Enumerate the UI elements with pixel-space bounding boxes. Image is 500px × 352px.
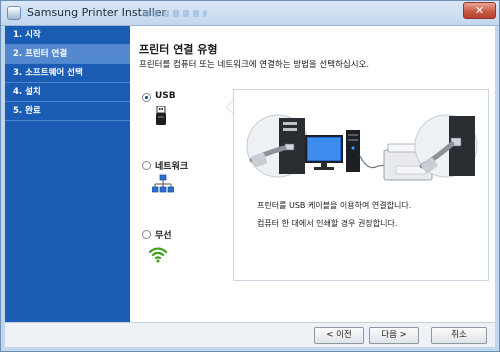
usb-option-label[interactable]: USB <box>155 91 176 101</box>
wireless-option-label[interactable]: 무선 <box>155 228 172 241</box>
wireless-icon <box>148 244 168 268</box>
network-radio[interactable] <box>142 161 151 170</box>
usb-connection-illustration <box>246 108 478 196</box>
detail-line-1: 프린터를 USB 케이블을 이용하여 연결합니다. <box>257 201 412 210</box>
close-button[interactable]: ✕ <box>463 2 496 19</box>
client-area: 1. 시작 2. 프린터 연결 3. 소프트웨어 선택 4. 설치 5. 완료 … <box>5 26 495 347</box>
title-bar-decoration <box>143 10 207 17</box>
network-icon <box>151 174 175 198</box>
step-start: 1. 시작 <box>5 26 130 45</box>
usb-icon <box>155 105 167 130</box>
installer-window: Samsung Printer Installer ✕ 1. 시작 2. 프린터… <box>0 0 500 352</box>
title-bar[interactable]: Samsung Printer Installer ✕ <box>1 1 499 26</box>
connection-detail-panel: 프린터를 USB 케이블을 이용하여 연결합니다. 컴퓨터 한 대에서 인쇄할 … <box>233 89 489 281</box>
step-install: 4. 설치 <box>5 83 130 102</box>
step-sidebar: 1. 시작 2. 프린터 연결 3. 소프트웨어 선택 4. 설치 5. 완료 <box>5 26 130 322</box>
step-printer-connection: 2. 프린터 연결 <box>5 45 130 64</box>
next-button[interactable]: 다음 > <box>369 327 419 344</box>
instruction-text: 프린터를 컴퓨터 또는 네트워크에 연결하는 방법을 선택하십시오. <box>139 60 370 70</box>
prev-button[interactable]: < 이전 <box>314 327 364 344</box>
wireless-radio[interactable] <box>142 230 151 239</box>
step-software-selection: 3. 소프트웨어 선택 <box>5 64 130 83</box>
page-title: 프린터 연결 유형 <box>139 43 218 56</box>
cancel-button[interactable]: 취소 <box>431 327 487 344</box>
button-bar: < 이전 다음 > 취소 <box>5 322 495 347</box>
panel-pointer-inner <box>227 101 233 113</box>
network-option-label[interactable]: 네트워크 <box>155 159 188 172</box>
main-content: 프린터 연결 유형 프린터를 컴퓨터 또는 네트워크에 연결하는 방법을 선택하… <box>130 26 495 322</box>
app-icon <box>7 6 21 20</box>
detail-line-2: 컴퓨터 한 대에서 인쇄할 경우 권장합니다. <box>257 219 398 228</box>
step-complete: 5. 완료 <box>5 102 130 121</box>
usb-radio[interactable] <box>142 93 151 102</box>
